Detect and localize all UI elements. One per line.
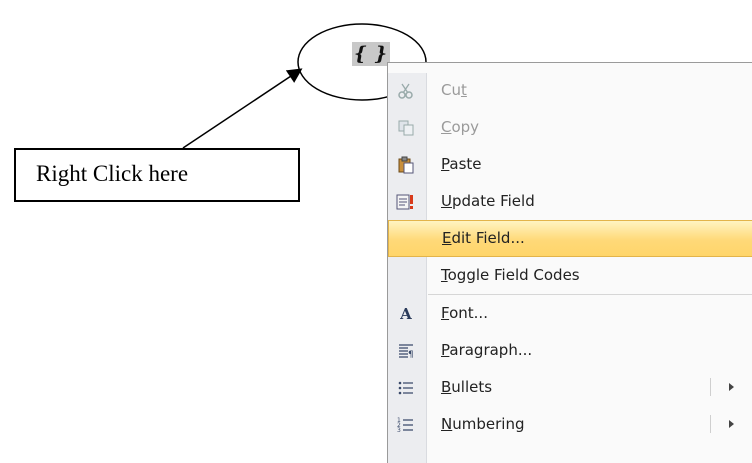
- paragraph-icon: ¶: [396, 342, 416, 360]
- svg-text:¶: ¶: [408, 350, 414, 360]
- menu-item-edit-field[interactable]: Edit Field...: [388, 220, 752, 257]
- menu-item-update-field[interactable]: Update Field: [388, 183, 752, 220]
- paste-icon: [396, 156, 416, 174]
- copy-icon: [396, 119, 416, 137]
- update-field-icon: [396, 193, 416, 211]
- menu-item-label: Paste: [441, 155, 482, 173]
- submenu-divider: [710, 378, 711, 396]
- numbering-icon: 123: [396, 416, 416, 434]
- submenu-arrow-icon[interactable]: [729, 420, 734, 428]
- menu-item-font[interactable]: A Font...: [388, 295, 752, 332]
- callout-arrow: [182, 68, 303, 149]
- menu-item-label: Edit Field...: [442, 229, 525, 247]
- menu-item-label: Cut: [441, 81, 467, 99]
- right-click-callout: Right Click here: [14, 148, 300, 202]
- menu-item-label: Numbering: [441, 415, 525, 433]
- scissors-icon: [396, 82, 416, 100]
- field-code-braces[interactable]: { }: [352, 42, 390, 66]
- menu-item-cut[interactable]: Cut: [388, 72, 752, 109]
- menu-item-label: Toggle Field Codes: [441, 266, 580, 284]
- menu-item-label: Font...: [441, 304, 488, 322]
- menu-item-toggle-field-codes[interactable]: Toggle Field Codes: [388, 257, 752, 294]
- menu-item-paragraph[interactable]: ¶ Paragraph...: [388, 332, 752, 369]
- menu-item-bullets[interactable]: Bullets: [388, 369, 752, 406]
- menu-item-label: Bullets: [441, 378, 493, 396]
- menu-item-copy[interactable]: Copy: [388, 109, 752, 146]
- svg-text:3: 3: [397, 427, 401, 434]
- context-menu: Cut Copy Paste Update Field Edit Field..…: [387, 62, 752, 463]
- bullets-icon: [396, 379, 416, 397]
- font-icon: A: [400, 305, 412, 323]
- menu-item-label: Paragraph...: [441, 341, 533, 359]
- menu-item-numbering[interactable]: 123 Numbering: [388, 406, 752, 443]
- submenu-arrow-icon[interactable]: [729, 383, 734, 391]
- callout-text: Right Click here: [36, 161, 189, 186]
- menu-item-paste[interactable]: Paste: [388, 146, 752, 183]
- menu-item-label: Copy: [441, 118, 480, 136]
- submenu-divider: [710, 415, 711, 433]
- menu-item-label: Update Field: [441, 192, 535, 210]
